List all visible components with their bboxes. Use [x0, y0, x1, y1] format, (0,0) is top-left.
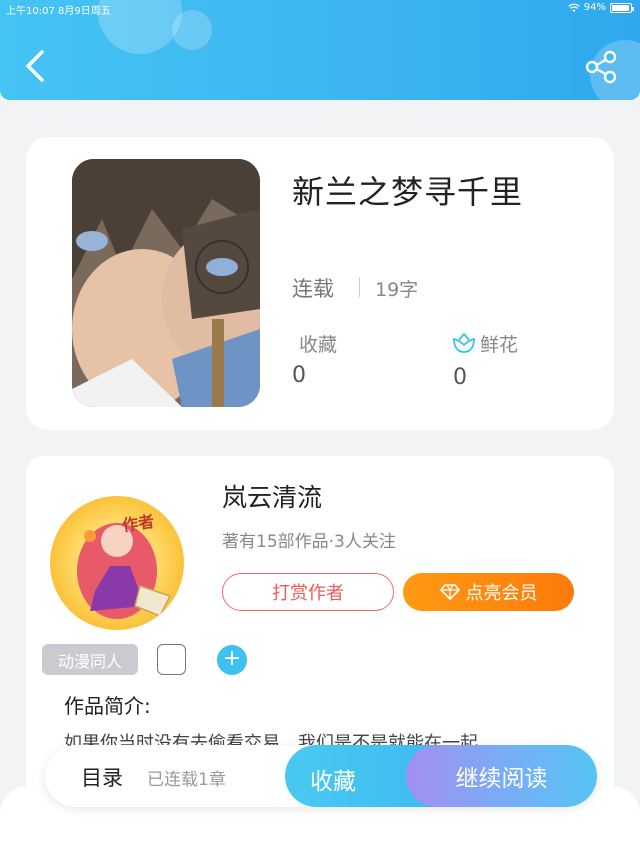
tip-author-button[interactable]: 打赏作者	[222, 573, 394, 611]
intro-heading: 作品简介:	[64, 694, 151, 718]
author-avatar[interactable]: 作者	[50, 496, 184, 630]
battery-percent: 94%	[583, 2, 606, 13]
bottom-action-bar: 目录 已连载1章 收藏 继续阅读	[45, 745, 597, 807]
share-button[interactable]	[584, 50, 618, 84]
vip-label: 点亮会员	[465, 583, 538, 604]
divider	[359, 277, 360, 297]
tag-placeholder[interactable]	[157, 644, 186, 675]
avatar-tag: 作者	[121, 511, 156, 536]
flower-icon	[453, 333, 475, 353]
header-bar: 上午10:07 8月9日周五 94%	[0, 0, 640, 100]
wifi-icon	[568, 3, 580, 12]
continue-reading-label: 继续阅读	[455, 766, 548, 792]
book-info-card: 新兰之梦寻千里 连载 19字 收藏 0 鲜花 0	[26, 137, 614, 430]
favorites-label: 收藏	[299, 334, 338, 356]
book-status: 连载	[292, 277, 334, 301]
vip-button[interactable]: 点亮会员	[403, 573, 574, 611]
tip-author-label: 打赏作者	[272, 583, 344, 604]
status-time: 上午10:07	[6, 6, 55, 17]
favorite-label: 收藏	[310, 769, 356, 795]
status-date: 8月9日周五	[58, 6, 111, 17]
word-count: 19字	[375, 279, 419, 301]
diamond-icon	[439, 584, 460, 600]
toc-button[interactable]: 目录	[81, 762, 123, 792]
status-bar: 上午10:07 8月9日周五 94%	[0, 0, 640, 17]
flowers-label: 鲜花	[480, 334, 519, 356]
toc-progress: 已连载1章	[147, 770, 226, 790]
tag-chip[interactable]: 动漫同人	[42, 644, 138, 675]
decorative-bubble	[172, 10, 212, 50]
avatar-illustration	[77, 523, 172, 619]
cover-illustration	[72, 159, 260, 407]
battery-icon	[610, 2, 634, 13]
add-tag-button[interactable]: +	[217, 645, 247, 675]
book-title: 新兰之梦寻千里	[292, 173, 524, 211]
favorites-count: 0	[292, 363, 306, 388]
flowers-count: 0	[453, 365, 467, 390]
status-indicators: 94%	[568, 2, 634, 13]
book-cover[interactable]	[72, 159, 260, 407]
continue-reading-button[interactable]: 继续阅读	[406, 745, 597, 807]
author-name[interactable]: 岚云清流	[222, 478, 322, 514]
back-button[interactable]	[20, 48, 50, 84]
author-meta: 著有15部作品·3人关注	[222, 532, 396, 552]
